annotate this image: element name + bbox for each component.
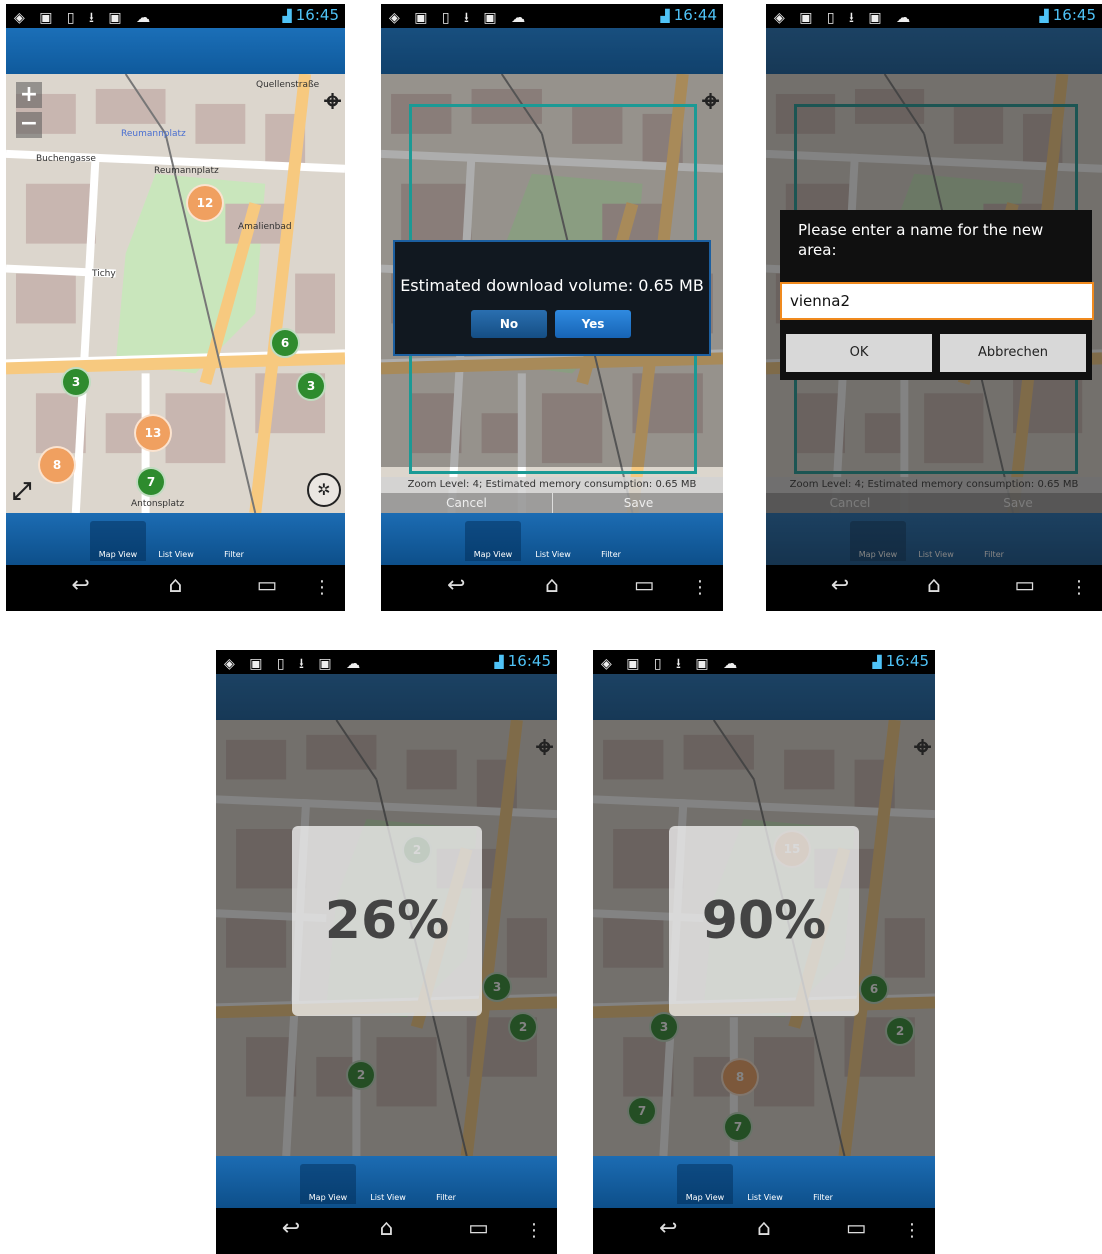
screen-name-area: ◈ ▣ ▯ ⭳ ▣ ☁ ▟16:45 Map Vi: [766, 4, 1102, 611]
recent-apps-icon[interactable]: ▭: [257, 573, 278, 598]
home-icon[interactable]: ⌂: [169, 573, 183, 598]
bottom-tab-bar: Map View List View Filter: [381, 513, 723, 565]
cluster-marker[interactable]: 6: [270, 328, 300, 358]
zoom-out-button[interactable]: −: [16, 112, 42, 138]
clock: 16:45: [885, 652, 929, 670]
tab-map-view[interactable]: Map View: [677, 1164, 733, 1204]
clock: 16:45: [295, 6, 339, 24]
action-bar: [6, 28, 345, 74]
tab-map-view[interactable]: Map View: [465, 521, 521, 561]
ok-button[interactable]: OK: [786, 334, 932, 372]
status-bar: ◈ ▣ ▯ ⭳ ▣ ☁ ▟ 16:45: [593, 650, 935, 674]
cluster-marker[interactable]: 12: [186, 184, 224, 222]
locate-icon[interactable]: ⌖: [324, 84, 341, 119]
back-icon[interactable]: ↩: [447, 573, 465, 598]
overflow-menu-icon[interactable]: ⋮: [1070, 577, 1088, 598]
cancel-button[interactable]: Cancel: [381, 493, 552, 513]
locate-icon: ⌖: [914, 730, 931, 765]
compass-icon[interactable]: ✲: [307, 473, 341, 507]
dialog-message: Estimated download volume: 0.65 MB: [400, 276, 704, 295]
map-view[interactable]: Quellenstraße Reumannplatz Buchengasse R…: [6, 74, 345, 513]
system-nav-bar: ↩ ⌂ ▭ ⋮: [6, 565, 345, 611]
status-bar: ◈ ▣ ▯ ⭳ ▣ ☁ ▟ 16:45: [6, 4, 345, 28]
download-volume-dialog: Estimated download volume: 0.65 MB No Ye…: [393, 240, 711, 356]
clock: 16:44: [673, 6, 717, 24]
bottom-tab-bar: Map View List View Filter: [6, 513, 345, 565]
back-icon[interactable]: ↩: [282, 1216, 300, 1241]
download-progress-indicator: 26%: [292, 826, 482, 1016]
signal-icon: ▟: [282, 9, 292, 23]
cluster-marker[interactable]: 3: [61, 367, 91, 397]
no-button[interactable]: No: [471, 310, 547, 338]
home-icon[interactable]: ⌂: [545, 573, 559, 598]
street-label: Reumannplatz: [154, 166, 219, 176]
area-name-input[interactable]: vienna2: [780, 282, 1094, 320]
signal-icon: ▟: [494, 655, 504, 669]
street-label: Quellenstraße: [256, 80, 320, 90]
bottom-tab-bar: Map View List View Filter: [593, 1156, 935, 1208]
dialog-prompt: Please enter a name for the new area:: [798, 221, 1044, 259]
street-label: Amalienbad: [238, 222, 292, 232]
clock: 16:45: [1052, 6, 1096, 24]
save-button[interactable]: Save: [552, 493, 723, 513]
fullscreen-icon[interactable]: ⤢: [12, 477, 31, 505]
save-bar: Cancel Save: [381, 493, 723, 513]
cancel-button[interactable]: Abbrechen: [940, 334, 1086, 372]
cluster-marker[interactable]: 13: [134, 414, 172, 452]
tab-map-view[interactable]: Map View: [90, 521, 146, 561]
bottom-tab-bar: Map View List View Filter: [216, 1156, 557, 1208]
yes-button[interactable]: Yes: [555, 310, 631, 338]
locate-icon[interactable]: ⌖: [702, 84, 719, 119]
zoom-in-button[interactable]: +: [16, 82, 42, 108]
system-nav-bar: ↩ ⌂ ▭ ⋮: [216, 1208, 557, 1254]
signal-icon: ▟: [872, 655, 882, 669]
status-bar: ◈ ▣ ▯ ⭳ ▣ ☁ ▟ 16:45: [216, 650, 557, 674]
overflow-menu-icon[interactable]: ⋮: [313, 577, 331, 598]
system-nav-bar: ↩ ⌂ ▭ ⋮: [381, 565, 723, 611]
status-bar: ◈ ▣ ▯ ⭳ ▣ ☁ ▟ 16:45: [766, 4, 1102, 28]
back-icon[interactable]: ↩: [71, 573, 89, 598]
back-icon[interactable]: ↩: [831, 573, 849, 598]
tab-map-view[interactable]: Map View: [300, 1164, 356, 1204]
recent-apps-icon[interactable]: ▭: [468, 1216, 489, 1241]
locate-icon: ⌖: [536, 730, 553, 765]
home-icon[interactable]: ⌂: [380, 1216, 394, 1241]
signal-icon: ▟: [1039, 9, 1049, 23]
clock: 16:45: [507, 652, 551, 670]
screen-map-view: ◈ ▣ ▯ ⭳ ▣ ☁ ▟ 16:45 Quellenstraße Reuman…: [6, 4, 345, 611]
overflow-menu-icon[interactable]: ⋮: [525, 1220, 543, 1241]
recent-apps-icon[interactable]: ▭: [634, 573, 655, 598]
street-label: Buchengasse: [36, 154, 96, 164]
cluster-marker[interactable]: 7: [136, 467, 166, 497]
back-icon[interactable]: ↩: [659, 1216, 677, 1241]
zoom-info-bar: Zoom Level: 4; Estimated memory consumpt…: [381, 477, 723, 493]
screen-download-progress-90: ◈ ▣ ▯ ⭳ ▣ ☁ ▟16:45 15 6: [593, 650, 935, 1254]
area-name-dialog: Please enter a name for the new area: vi…: [780, 210, 1094, 380]
recent-apps-icon[interactable]: ▭: [1014, 573, 1035, 598]
screen-download-progress-26: ◈ ▣ ▯ ⭳ ▣ ☁ ▟16:45 2 3: [216, 650, 557, 1254]
signal-icon: ▟: [660, 9, 670, 23]
system-nav-bar: ↩ ⌂ ▭ ⋮: [593, 1208, 935, 1254]
street-label: Antonsplatz: [131, 499, 185, 509]
street-label: Reumannplatz: [121, 129, 186, 139]
street-label: Tichy: [92, 269, 116, 279]
cluster-marker[interactable]: 3: [296, 371, 326, 401]
system-nav-bar: ↩ ⌂ ▭ ⋮: [766, 565, 1102, 611]
screen-download-estimate: ◈ ▣ ▯ ⭳ ▣ ☁ ▟ 16:44 Map View List View F…: [381, 4, 723, 611]
home-icon[interactable]: ⌂: [757, 1216, 771, 1241]
status-bar: ◈ ▣ ▯ ⭳ ▣ ☁ ▟ 16:44: [381, 4, 723, 28]
download-progress-indicator: 90%: [669, 826, 859, 1016]
cluster-marker[interactable]: 8: [38, 446, 76, 484]
overflow-menu-icon[interactable]: ⋮: [691, 577, 709, 598]
home-icon[interactable]: ⌂: [927, 573, 941, 598]
overflow-menu-icon[interactable]: ⋮: [903, 1220, 921, 1241]
recent-apps-icon[interactable]: ▭: [846, 1216, 867, 1241]
